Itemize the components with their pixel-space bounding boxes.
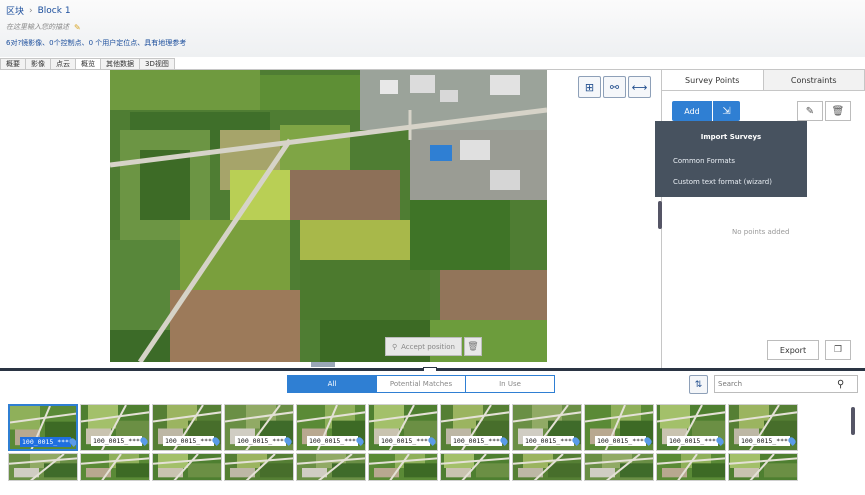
- thumbnail-label: 100_0015_***: [91, 436, 142, 446]
- aerial-photo: [110, 70, 547, 362]
- thumbnail-label: 100_0015_***: [235, 436, 286, 446]
- sort-button[interactable]: ⇅: [689, 375, 708, 394]
- grid-view-button[interactable]: ⊞: [578, 76, 601, 98]
- thumbnail-scrollbar[interactable]: [851, 407, 855, 435]
- filter-in-use[interactable]: In Use: [465, 375, 555, 393]
- filter-potential-matches[interactable]: Potential Matches: [376, 375, 466, 393]
- edit-description-icon[interactable]: ✎: [74, 23, 81, 32]
- breadcrumb-separator: ›: [29, 5, 33, 16]
- description-line: 在这里输入您的描述 ✎: [6, 22, 81, 32]
- empty-state-text: No points added: [732, 228, 790, 236]
- sort-icon: ⇅: [694, 379, 703, 390]
- image-thumbnail[interactable]: 100_0015_***: [440, 404, 510, 451]
- grid-view-icon: ⊞: [584, 80, 595, 94]
- thumbnail-label: 100_0015_***: [307, 436, 358, 446]
- image-thumbnail[interactable]: [296, 453, 366, 481]
- breadcrumb-root[interactable]: 区块: [6, 4, 24, 17]
- menu-item-common-formats[interactable]: Common Formats: [673, 157, 735, 165]
- main-workspace: ⚲ Accept position 🗑 ⊞ ⚯ ⟷ Survey Points …: [0, 70, 865, 368]
- image-thumbnail[interactable]: [584, 453, 654, 481]
- thumbnail-label: 100_0015_***: [451, 436, 502, 446]
- image-thumbnail[interactable]: 100_0015_***: [584, 404, 654, 451]
- image-thumbnail[interactable]: 100_0015_***: [728, 404, 798, 451]
- image-thumbnail[interactable]: 100_0015_***: [368, 404, 438, 451]
- filter-all[interactable]: All: [287, 375, 377, 393]
- tab-constraints[interactable]: Constraints: [763, 70, 865, 90]
- import-icon: ⇲: [722, 105, 731, 117]
- pan-zoom-button[interactable]: ⚯: [603, 76, 626, 98]
- image-thumbnail[interactable]: [8, 453, 78, 481]
- trash-icon: 🗑: [831, 105, 845, 117]
- tab-survey-points[interactable]: Survey Points: [662, 70, 764, 90]
- thumbnail-label: 100_0015_***: [379, 436, 430, 446]
- add-point-button[interactable]: Add: [672, 101, 712, 121]
- panel-tabs: Survey Points Constraints: [662, 70, 865, 91]
- image-thumbnail[interactable]: [80, 453, 150, 481]
- image-thumbnail[interactable]: [656, 453, 726, 481]
- image-thumbnail[interactable]: 100_0015_***: [80, 404, 150, 451]
- image-thumbnail[interactable]: [728, 453, 798, 481]
- menu-item-custom-text-format[interactable]: Custom text format (wizard): [673, 178, 772, 186]
- image-thumbnail[interactable]: 100_0015_***: [152, 404, 222, 451]
- accept-position-label: Accept position: [401, 342, 455, 351]
- image-thumbnail[interactable]: 100_0015_***: [296, 404, 366, 451]
- image-thumbnail[interactable]: [152, 453, 222, 481]
- discard-position-button[interactable]: 🗑: [463, 337, 482, 356]
- thumbnail-label: 100_0015_***: [667, 436, 718, 446]
- thumbnail-grid: 100_0015_*** 100_0015_*** 100_0015_*** 100_…: [8, 404, 798, 483]
- image-thumbnail[interactable]: 100_0015_***: [512, 404, 582, 451]
- image-thumbnail[interactable]: [512, 453, 582, 481]
- search-box: ⚲: [714, 375, 858, 393]
- measure-button[interactable]: ⟷: [628, 76, 651, 98]
- breadcrumb: 区块 › Block 1: [6, 4, 71, 18]
- import-menu-title: Import Surveys: [700, 133, 762, 141]
- copy-button[interactable]: ❐: [825, 340, 851, 360]
- export-button[interactable]: Export: [767, 340, 819, 360]
- measure-icon: ⟷: [631, 80, 648, 94]
- survey-points-panel: Survey Points Constraints Add ⇲ ✎ 🗑 Impo…: [655, 70, 865, 368]
- import-surveys-menu: Import Surveys Common Formats Custom tex…: [655, 121, 807, 197]
- thumbnail-label: 100_0015_***: [163, 436, 214, 446]
- view-mode-buttons: ⊞ ⚯ ⟷: [578, 76, 651, 98]
- thumbnail-row: [8, 453, 798, 481]
- thumbnail-label: 100_0015_***: [20, 437, 71, 447]
- edit-point-button[interactable]: ✎: [797, 101, 823, 121]
- breadcrumb-current[interactable]: Block 1: [38, 6, 71, 16]
- search-icon[interactable]: ⚲: [837, 379, 844, 390]
- location-pin-icon: ⚲: [392, 342, 398, 351]
- panel-scrollbar[interactable]: [658, 201, 662, 229]
- project-stats: 6对?镜影像、0个控制点、0 个用户定位点、具有地理参考: [6, 39, 187, 47]
- aerial-image-viewport[interactable]: ⚲ Accept position 🗑: [110, 70, 547, 362]
- pencil-icon: ✎: [805, 105, 815, 117]
- thumbnail-row: 100_0015_*** 100_0015_*** 100_0015_*** 100_…: [8, 404, 798, 451]
- image-thumbnail[interactable]: 100_0015_***: [656, 404, 726, 451]
- search-input[interactable]: [715, 377, 835, 391]
- accept-position-button[interactable]: ⚲ Accept position: [385, 337, 462, 356]
- pan-zoom-icon: ⚯: [609, 80, 620, 94]
- splitter-marker: [311, 362, 335, 367]
- thumbnail-label: 100_0015_***: [739, 436, 790, 446]
- image-thumbnail[interactable]: [368, 453, 438, 481]
- thumbnail-label: 100_0015_***: [523, 436, 574, 446]
- image-thumbnail[interactable]: 100_0015_***: [224, 404, 294, 451]
- accept-position-group: ⚲ Accept position 🗑: [385, 337, 482, 356]
- delete-point-button[interactable]: 🗑: [825, 101, 851, 121]
- image-strip-panel: All Potential Matches In Use ⇅ ⚲ 100_001…: [0, 371, 865, 495]
- image-thumbnail[interactable]: [440, 453, 510, 481]
- copy-icon: ❐: [833, 345, 843, 355]
- thumbnail-label: 100_0015_***: [595, 436, 646, 446]
- image-thumbnail[interactable]: [224, 453, 294, 481]
- import-surveys-button[interactable]: ⇲: [713, 101, 740, 121]
- description-placeholder[interactable]: 在这里输入您的描述: [6, 22, 69, 32]
- trash-icon: 🗑: [467, 341, 479, 352]
- image-filter-group: All Potential Matches In Use: [287, 375, 555, 393]
- image-thumbnail[interactable]: 100_0015_***: [8, 404, 78, 451]
- project-header: 区块 › Block 1 在这里输入您的描述 ✎ 6对?镜影像、0个控制点、0 …: [0, 0, 865, 57]
